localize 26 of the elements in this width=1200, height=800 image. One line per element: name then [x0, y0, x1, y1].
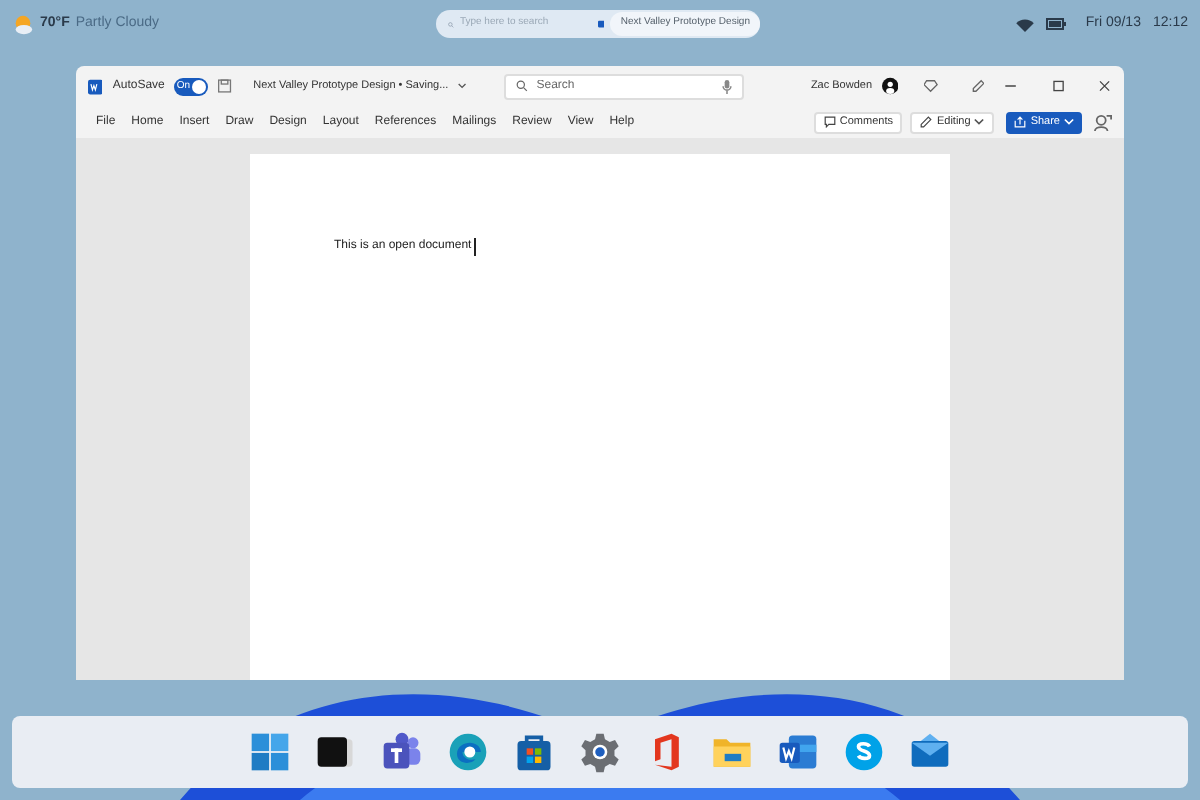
maximize-icon[interactable] [1051, 78, 1065, 94]
four-squares-icon[interactable] [248, 730, 292, 774]
save-icon[interactable] [218, 78, 232, 94]
person-feedback-icon[interactable] [1094, 113, 1112, 131]
share-icon [1014, 116, 1027, 128]
chevron-down-icon [458, 82, 467, 90]
pen-icon [920, 116, 933, 128]
wave-circle-icon[interactable] [446, 730, 490, 774]
document-w-icon [88, 77, 103, 95]
document-w-icon[interactable] [776, 730, 820, 774]
settings-icon[interactable] [578, 730, 622, 774]
wifi-icon[interactable] [1015, 17, 1034, 31]
avatar-circle-icon[interactable] [882, 76, 899, 96]
pen-icon[interactable] [971, 78, 985, 94]
search-icon [516, 80, 529, 92]
diamond-icon[interactable] [924, 78, 938, 94]
battery-icon[interactable] [1045, 18, 1066, 30]
document-w-icon [597, 16, 605, 32]
speech-bubble-icon [823, 116, 836, 128]
close-icon[interactable] [1098, 78, 1113, 94]
people-tile-icon[interactable] [380, 730, 424, 774]
chevron-down-icon [974, 118, 985, 126]
s-bubble-icon[interactable] [842, 730, 886, 774]
microphone-icon[interactable] [722, 79, 733, 93]
shopping-bag-icon[interactable] [512, 730, 556, 774]
chevron-down-icon [1064, 118, 1074, 126]
